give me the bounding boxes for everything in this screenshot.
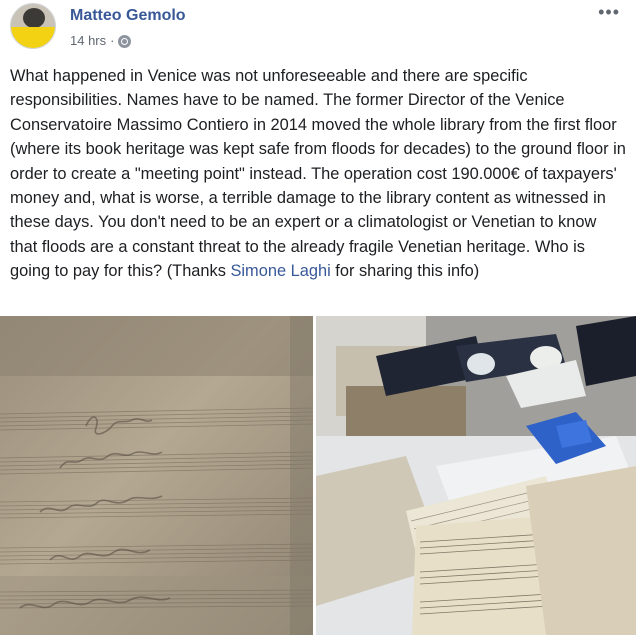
author-name[interactable]: Matteo Gemolo: [70, 7, 186, 25]
photo-manuscript-page[interactable]: [0, 316, 313, 635]
facebook-post: Matteo Gemolo 14 hrs · ••• What happened…: [0, 0, 636, 635]
photo-gloved-hands-manuscripts[interactable]: [316, 316, 636, 635]
post-timestamp[interactable]: 14 hrs: [70, 33, 106, 48]
post-text-end: for sharing this info): [330, 262, 480, 281]
avatar-head: [23, 8, 45, 28]
post-meta: 14 hrs ·: [70, 33, 132, 48]
manuscript-page-image: [0, 316, 313, 635]
gloved-hands-image: [316, 316, 636, 635]
author-avatar[interactable]: [10, 3, 56, 49]
meta-separator: ·: [110, 33, 115, 48]
globe-icon[interactable]: [118, 35, 132, 48]
mention-link[interactable]: Simone Laghi: [230, 262, 330, 280]
post-text-main: What happened in Venice was not unforese…: [10, 67, 626, 281]
more-options-button[interactable]: •••: [598, 2, 620, 23]
avatar-yellow-band: [11, 26, 55, 48]
post-text: What happened in Venice was not unforese…: [10, 64, 628, 284]
